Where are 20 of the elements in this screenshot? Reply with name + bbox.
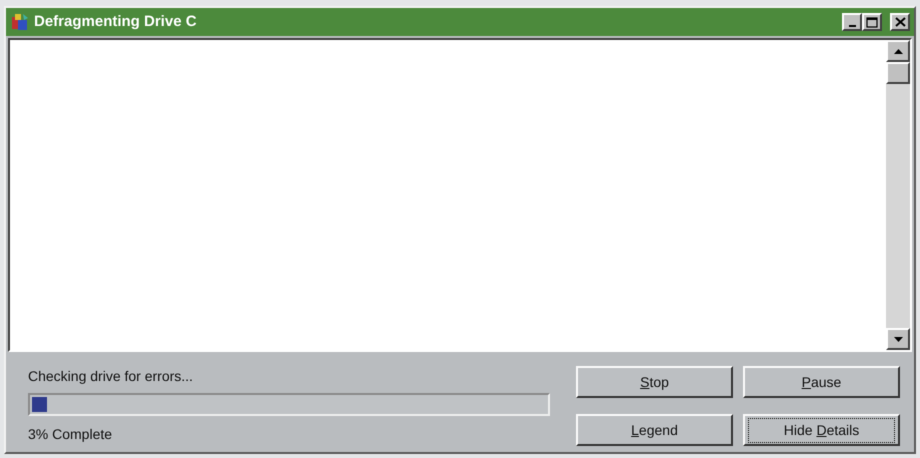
up-arrow-icon bbox=[894, 48, 902, 54]
dialog-button[interactable]: Legend bbox=[576, 414, 733, 446]
window-title: Defragmenting Drive C bbox=[34, 12, 198, 32]
scrollbar[interactable] bbox=[886, 40, 910, 350]
minimize-icon bbox=[848, 25, 856, 27]
progress-percentage: 3% Complete bbox=[28, 425, 114, 444]
maximize-icon bbox=[866, 16, 878, 28]
status-message: Checking drive for errors... bbox=[28, 367, 194, 386]
minimize-button[interactable] bbox=[842, 13, 862, 31]
scroll-up-button[interactable] bbox=[886, 40, 910, 62]
maximize-button[interactable] bbox=[862, 13, 882, 31]
close-button[interactable] bbox=[890, 13, 910, 31]
dialog-button[interactable]: Hide Details bbox=[743, 414, 900, 446]
down-arrow-icon bbox=[894, 336, 902, 342]
scroll-thumb[interactable] bbox=[886, 62, 910, 84]
dialog-button[interactable]: Stop bbox=[576, 366, 733, 398]
scroll-down-button[interactable] bbox=[886, 328, 910, 350]
dialog-button[interactable]: Pause bbox=[743, 366, 900, 398]
defragmenter-icon bbox=[10, 12, 30, 32]
close-icon bbox=[894, 17, 906, 27]
